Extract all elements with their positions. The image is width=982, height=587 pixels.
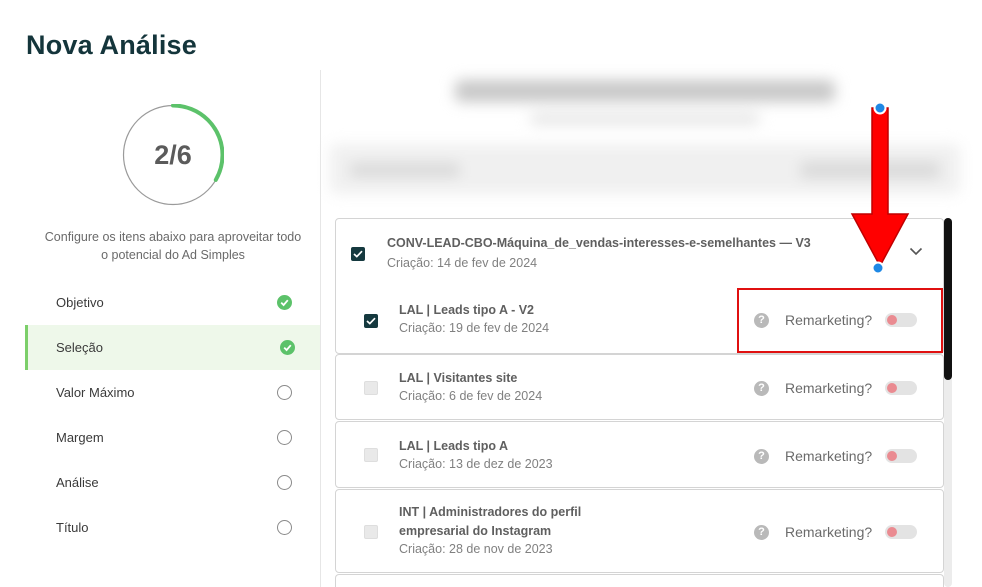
toggle-knob: [887, 383, 898, 393]
audience-name: LAL | Leads tipo A: [399, 439, 509, 453]
group-checkbox[interactable]: [351, 247, 365, 261]
audience-date: Criação: 19 de fev de 2024: [399, 321, 550, 335]
question-circle-icon[interactable]: ?: [754, 524, 769, 540]
annotation-arrow: [850, 101, 910, 275]
remarketing-toggle[interactable]: [885, 381, 918, 395]
empty-circle-icon: [277, 385, 292, 400]
group-date: Criação: 14 de fev de 2024: [387, 256, 538, 270]
scrollbar-thumb[interactable]: [944, 218, 952, 380]
audience-card: LAL | Visitantes site Criação: 6 de fev …: [335, 354, 944, 420]
page-title: Nova Análise: [26, 30, 197, 60]
remarketing-label: Remarketing?: [785, 380, 873, 396]
audience-name: LAL | Visitantes site: [399, 371, 518, 385]
step-label: Valor Máximo: [56, 385, 135, 400]
toggle-knob: [887, 451, 898, 461]
remarketing-toggle[interactable]: [885, 525, 918, 539]
sidebar-hint: Configure os itens abaixo para aproveita…: [44, 230, 302, 262]
audience-name-line-2: empresarial do Instagram: [399, 524, 552, 538]
audience-checkbox[interactable]: [364, 314, 378, 328]
question-circle-icon[interactable]: ?: [754, 380, 769, 396]
remarketing-toggle[interactable]: [885, 449, 918, 463]
step-label: Título: [56, 520, 89, 535]
audience-name: LAL | Leads tipo A - V2: [399, 303, 534, 317]
remarketing-label: Remarketing?: [785, 448, 873, 464]
remarketing-label: Remarketing?: [785, 524, 873, 540]
audience-checkbox[interactable]: [364, 381, 378, 395]
audience-date: Criação: 28 de nov de 2023: [399, 542, 553, 556]
step-margem[interactable]: Margem: [25, 415, 320, 460]
step-label: Objetivo: [56, 295, 104, 310]
remarketing-control: ? Remarketing?: [754, 380, 918, 396]
empty-circle-icon: [277, 475, 292, 490]
blurred-title: [455, 80, 835, 102]
remarketing-control: ? Remarketing?: [754, 448, 918, 464]
empty-circle-icon: [277, 430, 292, 445]
step-analise[interactable]: Análise: [25, 460, 320, 505]
remarketing-control: ? Remarketing?: [754, 524, 918, 540]
annotation-highlight-box: [737, 288, 943, 353]
blurred-subtitle: [530, 114, 760, 124]
sidebar-divider: [320, 70, 321, 587]
audience-card: INT | Administradores do perfil empresar…: [335, 489, 944, 573]
check-circle-icon: [277, 295, 292, 310]
audience-checkbox[interactable]: [364, 525, 378, 539]
step-valor-maximo[interactable]: Valor Máximo: [25, 370, 320, 415]
check-circle-icon: [280, 340, 295, 355]
question-circle-icon[interactable]: ?: [754, 448, 769, 464]
audience-checkbox[interactable]: [364, 448, 378, 462]
step-label: Análise: [56, 475, 99, 490]
audience-card: [335, 574, 944, 587]
empty-circle-icon: [277, 520, 292, 535]
group-name: CONV-LEAD-CBO-Máquina_de_vendas-interess…: [387, 236, 811, 250]
step-label: Margem: [56, 430, 104, 445]
step-selecao[interactable]: Seleção: [25, 325, 320, 370]
blurred-text: [350, 164, 460, 176]
step-titulo[interactable]: Título: [25, 505, 320, 550]
step-list: Objetivo Seleção Valor Máximo Margem Aná…: [25, 280, 320, 550]
audience-date: Criação: 13 de dez de 2023: [399, 457, 553, 471]
audience-date: Criação: 6 de fev de 2024: [399, 389, 543, 403]
progress-label: 2/6: [154, 139, 192, 170]
step-objetivo[interactable]: Objetivo: [25, 280, 320, 325]
step-label: Seleção: [56, 340, 103, 355]
toggle-knob: [887, 527, 898, 537]
audience-name-line-1: INT | Administradores do perfil: [399, 505, 582, 519]
audience-card: LAL | Leads tipo A Criação: 13 de dez de…: [335, 421, 944, 488]
